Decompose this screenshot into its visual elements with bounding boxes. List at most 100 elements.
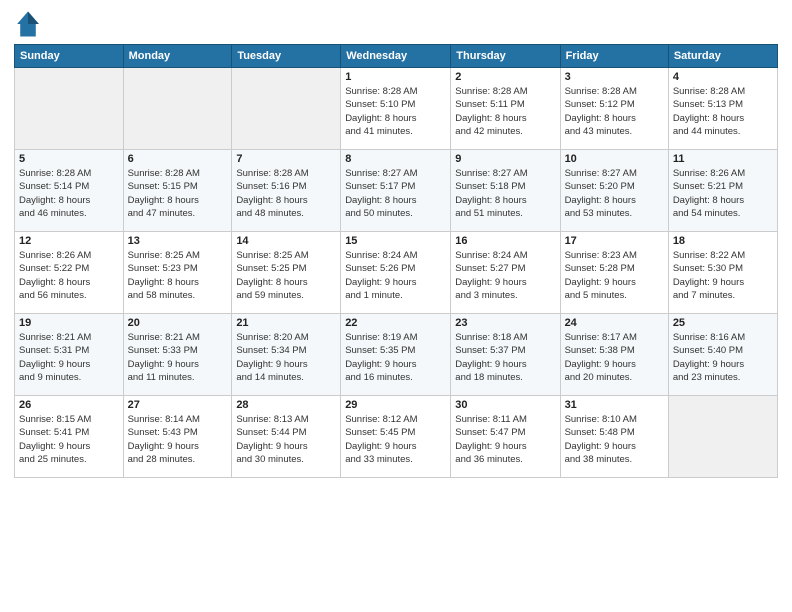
day-info: Sunrise: 8:12 AM Sunset: 5:45 PM Dayligh… <box>345 413 446 466</box>
day-info: Sunrise: 8:24 AM Sunset: 5:27 PM Dayligh… <box>455 249 555 302</box>
day-info: Sunrise: 8:28 AM Sunset: 5:15 PM Dayligh… <box>128 167 228 220</box>
header <box>14 10 778 38</box>
logo <box>14 10 46 38</box>
day-info: Sunrise: 8:28 AM Sunset: 5:13 PM Dayligh… <box>673 85 773 138</box>
calendar-cell: 11Sunrise: 8:26 AM Sunset: 5:21 PM Dayli… <box>668 150 777 232</box>
day-info: Sunrise: 8:28 AM Sunset: 5:14 PM Dayligh… <box>19 167 119 220</box>
calendar-cell: 7Sunrise: 8:28 AM Sunset: 5:16 PM Daylig… <box>232 150 341 232</box>
calendar-cell: 25Sunrise: 8:16 AM Sunset: 5:40 PM Dayli… <box>668 314 777 396</box>
calendar-cell: 1 Sunrise: 8:28 AM Sunset: 5:10 PM Daylig… <box>341 68 451 150</box>
calendar-cell: 6 Sunrise: 8:28 AM Sunset: 5:15 PM Daylig… <box>123 150 232 232</box>
logo-icon <box>14 10 42 38</box>
day-number: 17 <box>565 235 664 247</box>
calendar-cell: 5 Sunrise: 8:28 AM Sunset: 5:14 PM Daylig… <box>15 150 124 232</box>
day-info: Sunrise: 8:28 AM Sunset: 5:12 PM Dayligh… <box>565 85 664 138</box>
day-number: 10 <box>565 153 664 165</box>
day-number: 4 <box>673 71 773 83</box>
day-number: 21 <box>236 317 336 329</box>
calendar-cell: 23 Sunrise: 8:18 AM Sunset: 5:37 PM Dayli… <box>451 314 560 396</box>
calendar-cell: 20Sunrise: 8:21 AM Sunset: 5:33 PM Dayli… <box>123 314 232 396</box>
day-info: Sunrise: 8:18 AM Sunset: 5:37 PM Dayligh… <box>455 331 555 384</box>
day-info: Sunrise: 8:20 AM Sunset: 5:34 PM Dayligh… <box>236 331 336 384</box>
day-number: 2 <box>455 71 555 83</box>
calendar-cell <box>232 68 341 150</box>
day-info: Sunrise: 8:22 AM Sunset: 5:30 PM Dayligh… <box>673 249 773 302</box>
day-number: 13 <box>128 235 228 247</box>
calendar-cell: 10 Sunrise: 8:27 AM Sunset: 5:20 PM Dayli… <box>560 150 668 232</box>
day-info: Sunrise: 8:16 AM Sunset: 5:40 PM Dayligh… <box>673 331 773 384</box>
day-number: 26 <box>19 399 119 411</box>
day-info: Sunrise: 8:11 AM Sunset: 5:47 PM Dayligh… <box>455 413 555 466</box>
day-number: 29 <box>345 399 446 411</box>
day-number: 28 <box>236 399 336 411</box>
day-number: 1 <box>345 71 446 83</box>
calendar-cell: 3Sunrise: 8:28 AM Sunset: 5:12 PM Daylig… <box>560 68 668 150</box>
day-number: 8 <box>345 153 446 165</box>
calendar-header-row: SundayMondayTuesdayWednesdayThursdayFrid… <box>15 45 778 68</box>
calendar-cell: 24 Sunrise: 8:17 AM Sunset: 5:38 PM Dayli… <box>560 314 668 396</box>
calendar-cell: 21 Sunrise: 8:20 AM Sunset: 5:34 PM Dayli… <box>232 314 341 396</box>
calendar-cell: 2 Sunrise: 8:28 AM Sunset: 5:11 PM Daylig… <box>451 68 560 150</box>
calendar-cell: 14 Sunrise: 8:25 AM Sunset: 5:25 PM Dayli… <box>232 232 341 314</box>
calendar-week-row: 19 Sunrise: 8:21 AM Sunset: 5:31 PM Dayli… <box>15 314 778 396</box>
day-info: Sunrise: 8:19 AM Sunset: 5:35 PM Dayligh… <box>345 331 446 384</box>
day-number: 24 <box>565 317 664 329</box>
day-number: 19 <box>19 317 119 329</box>
day-number: 14 <box>236 235 336 247</box>
day-info: Sunrise: 8:21 AM Sunset: 5:33 PM Dayligh… <box>128 331 228 384</box>
day-info: Sunrise: 8:27 AM Sunset: 5:17 PM Dayligh… <box>345 167 446 220</box>
day-info: Sunrise: 8:28 AM Sunset: 5:10 PM Dayligh… <box>345 85 446 138</box>
day-info: Sunrise: 8:26 AM Sunset: 5:21 PM Dayligh… <box>673 167 773 220</box>
calendar-table: SundayMondayTuesdayWednesdayThursdayFrid… <box>14 44 778 478</box>
day-info: Sunrise: 8:25 AM Sunset: 5:23 PM Dayligh… <box>128 249 228 302</box>
day-number: 16 <box>455 235 555 247</box>
calendar-week-row: 1 Sunrise: 8:28 AM Sunset: 5:10 PM Daylig… <box>15 68 778 150</box>
calendar-week-row: 5 Sunrise: 8:28 AM Sunset: 5:14 PM Daylig… <box>15 150 778 232</box>
day-info: Sunrise: 8:28 AM Sunset: 5:11 PM Dayligh… <box>455 85 555 138</box>
calendar-cell: 16 Sunrise: 8:24 AM Sunset: 5:27 PM Dayli… <box>451 232 560 314</box>
weekday-header: Sunday <box>15 45 124 68</box>
calendar-cell: 9 Sunrise: 8:27 AM Sunset: 5:18 PM Daylig… <box>451 150 560 232</box>
day-info: Sunrise: 8:28 AM Sunset: 5:16 PM Dayligh… <box>236 167 336 220</box>
day-number: 15 <box>345 235 446 247</box>
day-info: Sunrise: 8:13 AM Sunset: 5:44 PM Dayligh… <box>236 413 336 466</box>
day-number: 23 <box>455 317 555 329</box>
day-number: 9 <box>455 153 555 165</box>
calendar-cell: 15 Sunrise: 8:24 AM Sunset: 5:26 PM Dayli… <box>341 232 451 314</box>
calendar-cell: 27 Sunrise: 8:14 AM Sunset: 5:43 PM Dayli… <box>123 396 232 478</box>
day-info: Sunrise: 8:25 AM Sunset: 5:25 PM Dayligh… <box>236 249 336 302</box>
day-number: 22 <box>345 317 446 329</box>
day-number: 12 <box>19 235 119 247</box>
day-number: 5 <box>19 153 119 165</box>
calendar-cell: 31 Sunrise: 8:10 AM Sunset: 5:48 PM Dayli… <box>560 396 668 478</box>
calendar-cell: 18 Sunrise: 8:22 AM Sunset: 5:30 PM Dayli… <box>668 232 777 314</box>
day-info: Sunrise: 8:23 AM Sunset: 5:28 PM Dayligh… <box>565 249 664 302</box>
day-info: Sunrise: 8:21 AM Sunset: 5:31 PM Dayligh… <box>19 331 119 384</box>
calendar-cell: 17 Sunrise: 8:23 AM Sunset: 5:28 PM Dayli… <box>560 232 668 314</box>
calendar-cell: 8 Sunrise: 8:27 AM Sunset: 5:17 PM Daylig… <box>341 150 451 232</box>
calendar-week-row: 12Sunrise: 8:26 AM Sunset: 5:22 PM Dayli… <box>15 232 778 314</box>
day-info: Sunrise: 8:15 AM Sunset: 5:41 PM Dayligh… <box>19 413 119 466</box>
weekday-header: Tuesday <box>232 45 341 68</box>
day-number: 31 <box>565 399 664 411</box>
day-number: 30 <box>455 399 555 411</box>
calendar-cell: 19 Sunrise: 8:21 AM Sunset: 5:31 PM Dayli… <box>15 314 124 396</box>
day-number: 18 <box>673 235 773 247</box>
main-container: SundayMondayTuesdayWednesdayThursdayFrid… <box>0 0 792 612</box>
day-number: 27 <box>128 399 228 411</box>
day-info: Sunrise: 8:24 AM Sunset: 5:26 PM Dayligh… <box>345 249 446 302</box>
calendar-cell: 12Sunrise: 8:26 AM Sunset: 5:22 PM Dayli… <box>15 232 124 314</box>
day-info: Sunrise: 8:10 AM Sunset: 5:48 PM Dayligh… <box>565 413 664 466</box>
calendar-cell: 22 Sunrise: 8:19 AM Sunset: 5:35 PM Dayli… <box>341 314 451 396</box>
weekday-header: Saturday <box>668 45 777 68</box>
calendar-week-row: 26 Sunrise: 8:15 AM Sunset: 5:41 PM Dayli… <box>15 396 778 478</box>
day-info: Sunrise: 8:14 AM Sunset: 5:43 PM Dayligh… <box>128 413 228 466</box>
calendar-cell: 28 Sunrise: 8:13 AM Sunset: 5:44 PM Dayli… <box>232 396 341 478</box>
calendar-cell: 13 Sunrise: 8:25 AM Sunset: 5:23 PM Dayli… <box>123 232 232 314</box>
day-info: Sunrise: 8:27 AM Sunset: 5:18 PM Dayligh… <box>455 167 555 220</box>
weekday-header: Thursday <box>451 45 560 68</box>
day-info: Sunrise: 8:17 AM Sunset: 5:38 PM Dayligh… <box>565 331 664 384</box>
calendar-cell: 29 Sunrise: 8:12 AM Sunset: 5:45 PM Dayli… <box>341 396 451 478</box>
day-info: Sunrise: 8:27 AM Sunset: 5:20 PM Dayligh… <box>565 167 664 220</box>
day-number: 6 <box>128 153 228 165</box>
